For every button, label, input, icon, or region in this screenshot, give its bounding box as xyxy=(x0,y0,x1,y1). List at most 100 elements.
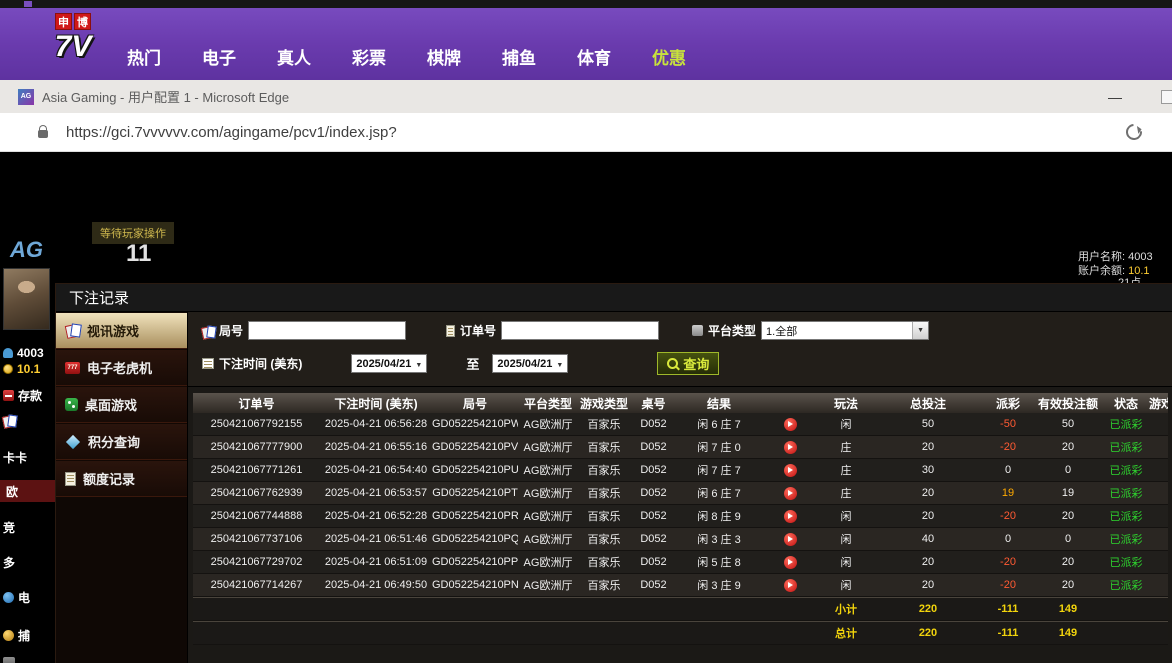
sidebar-item-live-games[interactable]: 视讯游戏 xyxy=(56,312,187,349)
filter-bar: 局号 订单号 平台类型 xyxy=(188,312,1172,387)
cards-icon xyxy=(3,414,16,427)
cell-payout: 0 xyxy=(983,464,1033,476)
column-header: 派彩 xyxy=(983,395,1033,412)
replay-button[interactable] xyxy=(784,487,797,500)
column-header: 订单号 xyxy=(193,395,320,412)
platform-type-select[interactable]: 1.全部 xyxy=(761,321,929,340)
cell-replay xyxy=(761,533,819,546)
cell-replay xyxy=(761,510,819,523)
replay-button[interactable] xyxy=(784,441,797,454)
cell-play: 闲 xyxy=(819,531,873,547)
cards-menu-item[interactable] xyxy=(3,414,16,427)
nav-item-live[interactable]: 真人 xyxy=(277,44,311,69)
search-button[interactable]: 查询 xyxy=(657,352,719,375)
browser-titlebar[interactable]: AG Asia Gaming - 用户配置 1 - Microsoft Edge… xyxy=(0,80,1172,113)
column-header: 结果 xyxy=(677,395,761,412)
tag-icon xyxy=(202,325,214,337)
hall-dian-label: 电 xyxy=(18,589,30,606)
minimize-button[interactable]: — xyxy=(1100,80,1130,113)
sidebar-item-credit-records[interactable]: 额度记录 xyxy=(56,460,187,497)
nav-item-slots[interactable]: 电子 xyxy=(202,44,236,69)
cell-game_type: 百家乐 xyxy=(578,462,630,478)
deposit-item[interactable]: 存款 xyxy=(3,387,42,404)
refresh-icon[interactable] xyxy=(1123,121,1146,144)
hall-item-bu[interactable]: 捕 xyxy=(3,627,30,644)
slot-machine-icon xyxy=(65,362,80,374)
cell-platform: AG欧洲厅 xyxy=(518,462,578,478)
nav-item-promo[interactable]: 优惠 xyxy=(652,44,686,69)
replay-button[interactable] xyxy=(784,556,797,569)
cell-play: 闲 xyxy=(819,577,873,593)
order-number-input[interactable] xyxy=(501,321,659,340)
list-icon xyxy=(692,325,703,336)
column-header: 游戏 xyxy=(1149,395,1168,412)
replay-button[interactable] xyxy=(784,533,797,546)
round-number-input[interactable] xyxy=(248,321,406,340)
sidebar-label: 桌面游戏 xyxy=(85,395,137,414)
nav-item-lottery[interactable]: 彩票 xyxy=(352,44,386,69)
cell-payout: 0 xyxy=(983,533,1033,545)
cell-result: 闲 8 庄 9 xyxy=(677,508,761,524)
taskbar-icon xyxy=(24,1,32,7)
browser-urlbar[interactable]: https://gci.7vvvvvv.com/agingame/pcv1/in… xyxy=(0,113,1172,152)
cell-replay xyxy=(761,418,819,431)
summary-valid-bet: 149 xyxy=(1033,627,1103,639)
cell-payout: -20 xyxy=(983,441,1033,453)
hall-item-bottom[interactable] xyxy=(3,657,15,663)
bottom-icon xyxy=(3,657,15,663)
cell-result: 闲 7 庄 0 xyxy=(677,439,761,455)
column-header: 有效投注额 xyxy=(1033,395,1103,412)
replay-button[interactable] xyxy=(784,579,797,592)
panel-main: 局号 订单号 平台类型 xyxy=(188,312,1172,663)
cell-order: 250421067714267 xyxy=(193,579,320,591)
cell-round: GD052254210PV xyxy=(432,441,518,453)
cell-status: 已派彩 xyxy=(1103,531,1149,547)
hall-item-jing[interactable]: 竞 xyxy=(3,519,15,536)
nav-item-cards[interactable]: 棋牌 xyxy=(427,44,461,69)
dian-icon xyxy=(3,592,14,603)
order-number-label: 订单号 xyxy=(446,322,496,339)
date-from-select[interactable]: 2025/04/21 xyxy=(351,354,427,373)
replay-button[interactable] xyxy=(784,418,797,431)
site-logo[interactable]: 申 博 7V xyxy=(44,13,102,63)
cell-replay xyxy=(761,579,819,592)
date-to-select[interactable]: 2025/04/21 xyxy=(492,354,568,373)
cell-valid: 20 xyxy=(1033,441,1103,453)
cell-time: 2025-04-21 06:51:46 xyxy=(320,533,432,545)
cell-play: 闲 xyxy=(819,416,873,432)
replay-button[interactable] xyxy=(784,510,797,523)
column-header: 玩法 xyxy=(819,395,873,412)
chevron-down-icon[interactable] xyxy=(912,322,928,339)
maximize-button[interactable] xyxy=(1161,90,1172,104)
search-icon xyxy=(667,358,678,369)
page-favicon-icon: AG xyxy=(18,89,34,105)
table-row: 2504210677448882025-04-21 06:52:28GD0522… xyxy=(193,505,1168,528)
sidebar-item-table-games[interactable]: 桌面游戏 xyxy=(56,386,187,423)
nav-item-hot[interactable]: 热门 xyxy=(127,44,161,69)
hall-item-kaka[interactable]: 卡卡 xyxy=(3,449,27,466)
cell-time: 2025-04-21 06:56:28 xyxy=(320,418,432,430)
hall-item-dian[interactable]: 电 xyxy=(3,589,30,606)
sidebar-label: 积分查询 xyxy=(88,432,140,451)
column-header: 状态 xyxy=(1103,395,1149,412)
cell-replay xyxy=(761,464,819,477)
platform-selected-value: 1.全部 xyxy=(766,323,797,339)
nav-item-sports[interactable]: 体育 xyxy=(577,44,611,69)
logo-badges: 申 博 xyxy=(44,13,102,30)
sidebar-item-points-query[interactable]: 积分查询 xyxy=(56,423,187,460)
table-body: 2504210677921552025-04-21 06:56:28GD0522… xyxy=(193,413,1168,645)
table-row: 2504210677779002025-04-21 06:55:16GD0522… xyxy=(193,436,1168,459)
nav-item-fishing[interactable]: 捕鱼 xyxy=(502,44,536,69)
sidebar-item-slot-machines[interactable]: 电子老虎机 xyxy=(56,349,187,386)
calendar-icon xyxy=(202,358,214,369)
cell-status: 已派彩 xyxy=(1103,554,1149,570)
replay-button[interactable] xyxy=(784,464,797,477)
panel-title: 下注记录 xyxy=(56,284,1172,312)
hall-item-duo[interactable]: 多 xyxy=(3,554,15,571)
cell-bet: 20 xyxy=(873,556,983,568)
hall-item-europe[interactable]: 欧 xyxy=(0,480,55,502)
deposit-label: 存款 xyxy=(18,387,42,404)
column-header: 游戏类型 xyxy=(578,395,630,412)
url-text[interactable]: https://gci.7vvvvvv.com/agingame/pcv1/in… xyxy=(66,124,397,141)
cell-bet: 30 xyxy=(873,464,983,476)
